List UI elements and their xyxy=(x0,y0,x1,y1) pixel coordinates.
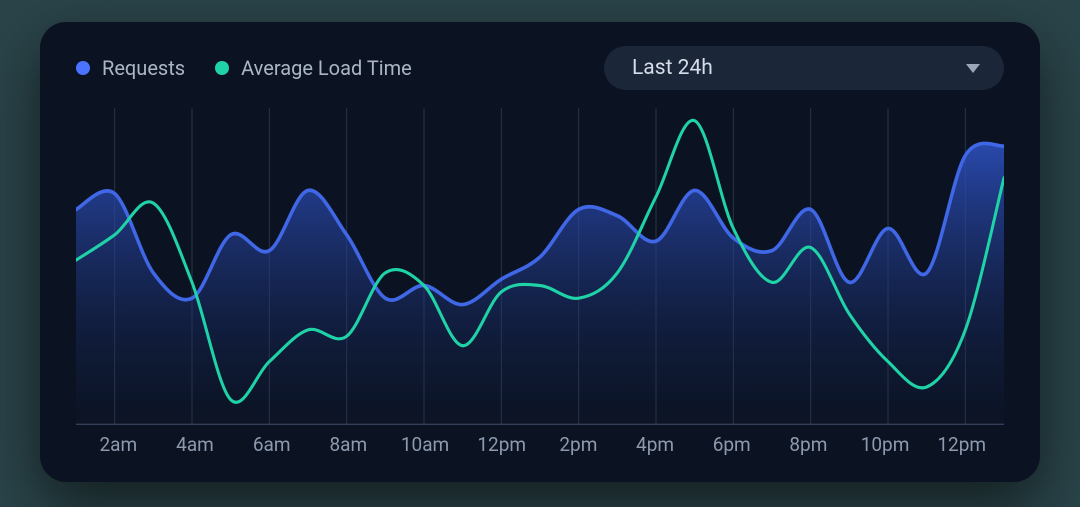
chart-lines xyxy=(76,108,1004,425)
legend-item-requests: Requests xyxy=(76,56,185,80)
x-tick: 4pm xyxy=(617,433,694,456)
chevron-down-icon xyxy=(966,64,980,73)
x-tick: 2am xyxy=(80,433,157,456)
legend-label-requests: Requests xyxy=(102,56,185,80)
x-tick: 10pm xyxy=(847,433,924,456)
x-tick: 4am xyxy=(157,433,234,456)
x-tick: 2pm xyxy=(540,433,617,456)
x-tick: 12pm xyxy=(463,433,540,456)
chart-card: Requests Average Load Time Last 24h xyxy=(40,22,1040,482)
x-tick: 6pm xyxy=(693,433,770,456)
x-axis: 2am4am6am8am10am12pm2pm4pm6pm8pm10pm12pm xyxy=(76,433,1004,456)
x-tick: 8pm xyxy=(770,433,847,456)
x-tick: 8am xyxy=(310,433,387,456)
x-tick: 6am xyxy=(233,433,310,456)
legend-item-loadtime: Average Load Time xyxy=(215,56,412,80)
timerange-dropdown[interactable]: Last 24h xyxy=(604,46,1004,90)
legend: Requests Average Load Time xyxy=(76,56,412,80)
timerange-selected: Last 24h xyxy=(632,56,713,80)
legend-label-loadtime: Average Load Time xyxy=(241,56,412,80)
x-tick: 10am xyxy=(387,433,464,456)
legend-dot-requests xyxy=(76,61,90,75)
chart-plot xyxy=(76,108,1004,425)
legend-dot-loadtime xyxy=(215,61,229,75)
chart-header: Requests Average Load Time Last 24h xyxy=(76,46,1004,90)
x-tick: 12pm xyxy=(923,433,1000,456)
